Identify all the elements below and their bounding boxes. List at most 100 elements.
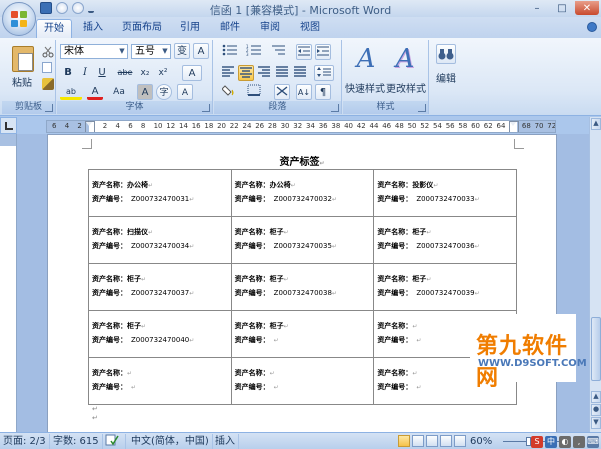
distributed-icon[interactable] xyxy=(292,65,308,81)
shading-icon[interactable] xyxy=(220,84,240,100)
quick-styles-button[interactable]: 快速样式 xyxy=(345,80,385,95)
asian-layout-icon[interactable] xyxy=(274,84,290,100)
paste-button[interactable]: 粘贴 xyxy=(7,74,37,89)
zoom-level[interactable]: 60% xyxy=(470,434,492,449)
strikethrough-button[interactable]: abe xyxy=(115,65,135,81)
change-styles-button[interactable]: 更改样式 xyxy=(385,80,427,95)
show-marks-button[interactable]: ¶ xyxy=(315,84,331,100)
change-case-button[interactable]: Aa xyxy=(109,84,129,100)
align-right-icon[interactable] xyxy=(256,65,272,81)
font-color-button[interactable]: A xyxy=(87,84,103,100)
clipboard-launcher-icon[interactable] xyxy=(45,104,53,112)
label-cell[interactable]: 资产名称：↵ 资产编号： ↵ xyxy=(230,357,375,405)
label-cell[interactable]: 资产名称：柜子↵ 资产编号： Z000732470039↵ xyxy=(373,263,517,311)
phonetic-guide-button[interactable]: 变 xyxy=(174,43,190,59)
print-layout-view-icon[interactable] xyxy=(398,435,410,447)
format-painter-icon[interactable] xyxy=(42,78,54,90)
ime-keyboard-icon[interactable]: ⌨ xyxy=(587,435,599,448)
label-cell[interactable]: 资产名称：柜子↵ 资产编号： Z000732470036↵ xyxy=(373,216,517,264)
font-launcher-icon[interactable] xyxy=(202,104,210,112)
styles-launcher-icon[interactable] xyxy=(418,104,426,112)
bullets-icon[interactable] xyxy=(220,44,240,60)
scroll-up-icon[interactable]: ▲ xyxy=(591,118,601,130)
office-button[interactable] xyxy=(2,2,36,36)
align-center-icon[interactable] xyxy=(238,65,254,81)
right-indent-marker[interactable] xyxy=(509,121,519,132)
web-layout-icon[interactable] xyxy=(426,435,438,447)
quick-styles-icon[interactable]: A xyxy=(349,44,383,78)
language-indicator[interactable]: 中文(简体，中国) xyxy=(128,434,213,449)
ime-s-icon[interactable]: S xyxy=(531,435,543,448)
label-cell[interactable]: 资产名称：柜子↵ 资产编号： Z000732470035↵ xyxy=(230,216,375,264)
justify-icon[interactable] xyxy=(274,65,290,81)
tab-page-layout[interactable]: 页面布局 xyxy=(114,19,170,38)
highlight-button[interactable]: ab xyxy=(60,84,82,100)
outline-view-icon[interactable] xyxy=(440,435,452,447)
tab-insert[interactable]: 插入 xyxy=(76,19,110,38)
font-name-select[interactable]: 宋体 ▼ xyxy=(60,44,128,59)
editing-button[interactable]: 编辑 xyxy=(432,70,460,85)
minimize-button[interactable]: – xyxy=(525,1,549,15)
close-button[interactable]: ✕ xyxy=(575,1,599,15)
clear-formatting-button[interactable]: A xyxy=(182,65,202,81)
maximize-button[interactable]: □ xyxy=(550,1,574,15)
copy-icon[interactable] xyxy=(42,62,52,73)
paste-icon[interactable] xyxy=(12,46,34,72)
word-count[interactable]: 字数: 615 xyxy=(50,434,103,449)
tab-review[interactable]: 审阅 xyxy=(252,19,288,38)
underline-button[interactable]: U xyxy=(94,65,110,81)
ime-moon-icon[interactable]: ◐ xyxy=(559,435,571,448)
tab-view[interactable]: 视图 xyxy=(292,19,328,38)
line-spacing-icon[interactable] xyxy=(314,65,334,81)
tab-mailings[interactable]: 邮件 xyxy=(212,19,248,38)
borders-icon[interactable] xyxy=(244,84,264,100)
cut-icon[interactable] xyxy=(42,46,54,58)
prev-page-icon[interactable]: ▲ xyxy=(591,391,601,403)
asset-label-table[interactable]: 资产名称：办公椅↵ 资产编号： Z000732470031↵ 资产名称：办公椅↵ 资产编… xyxy=(88,169,517,405)
multilevel-list-icon[interactable] xyxy=(268,44,288,60)
label-cell[interactable]: 资产名称：柜子↵ 资产编号： Z000732470037↵ xyxy=(88,263,232,311)
vertical-scrollbar[interactable]: ▲ ▲ ● ▼ xyxy=(589,117,601,432)
next-page-icon[interactable]: ▼ xyxy=(591,417,601,429)
browse-object-icon[interactable]: ● xyxy=(591,404,601,416)
italic-button[interactable]: I xyxy=(77,65,93,81)
full-screen-reading-icon[interactable] xyxy=(412,435,424,447)
decrease-indent-icon[interactable] xyxy=(296,44,312,60)
label-cell[interactable]: 资产名称：柜子↵ 资产编号： Z000732470038↵ xyxy=(230,263,375,311)
change-styles-icon[interactable]: A xyxy=(388,44,422,78)
insert-mode-indicator[interactable]: 插入 xyxy=(212,434,239,449)
numbering-icon[interactable]: 123 xyxy=(244,44,264,60)
superscript-button[interactable]: x² xyxy=(155,65,171,81)
grow-font-button[interactable]: A xyxy=(177,84,193,100)
label-cell[interactable]: 资产名称：办公椅↵ 资产编号： Z000732470032↵ xyxy=(230,169,375,217)
label-cell[interactable]: 资产名称：柜子↵ 资产编号： Z000732470040↵ xyxy=(88,310,232,358)
first-line-indent-marker[interactable] xyxy=(85,121,95,132)
font-size-select[interactable]: 五号 ▼ xyxy=(131,44,171,59)
tab-references[interactable]: 引用 xyxy=(172,19,208,38)
scroll-thumb[interactable] xyxy=(591,317,601,381)
bold-button[interactable]: B xyxy=(60,65,76,81)
tab-home[interactable]: 开始 xyxy=(36,19,72,38)
label-cell[interactable]: 资产名称：投影仪↵ 资产编号： Z000732470033↵ xyxy=(373,169,517,217)
label-cell[interactable]: 资产名称：柜子↵ 资产编号： ↵ xyxy=(230,310,375,358)
label-cell[interactable]: 资产名称：扫描仪↵ 资产编号： Z000732470034↵ xyxy=(88,216,232,264)
subscript-button[interactable]: x₂ xyxy=(137,65,153,81)
label-cell[interactable]: 资产名称：↵ 资产编号： ↵ xyxy=(88,357,232,405)
draft-view-icon[interactable] xyxy=(454,435,466,447)
char-shading-button[interactable]: A xyxy=(137,84,153,100)
ime-lang-icon[interactable]: 中 xyxy=(545,435,557,448)
vertical-ruler[interactable] xyxy=(0,134,17,432)
label-cell[interactable]: 资产名称：办公椅↵ 资产编号： Z000732470031↵ xyxy=(88,169,232,217)
horizontal-ruler[interactable]: 6 4 2 2 4 6 8 10 12 14 16 18 20 22 24 26 28 30 32 34 36 38 40 4… xyxy=(46,120,556,133)
char-border-button[interactable]: A xyxy=(193,43,209,59)
tab-selector-icon[interactable] xyxy=(0,117,17,134)
ime-punct-icon[interactable]: , xyxy=(573,435,585,448)
align-left-icon[interactable] xyxy=(220,65,236,81)
paragraph-launcher-icon[interactable] xyxy=(331,104,339,112)
increase-indent-icon[interactable] xyxy=(315,44,331,60)
sort-button[interactable]: A↓ xyxy=(296,84,312,100)
page-indicator[interactable]: 页面: 2/3 xyxy=(0,434,50,449)
help-icon[interactable] xyxy=(587,22,597,32)
proofing-icon[interactable] xyxy=(102,434,126,449)
enclose-characters-button[interactable]: 字 xyxy=(156,84,172,100)
